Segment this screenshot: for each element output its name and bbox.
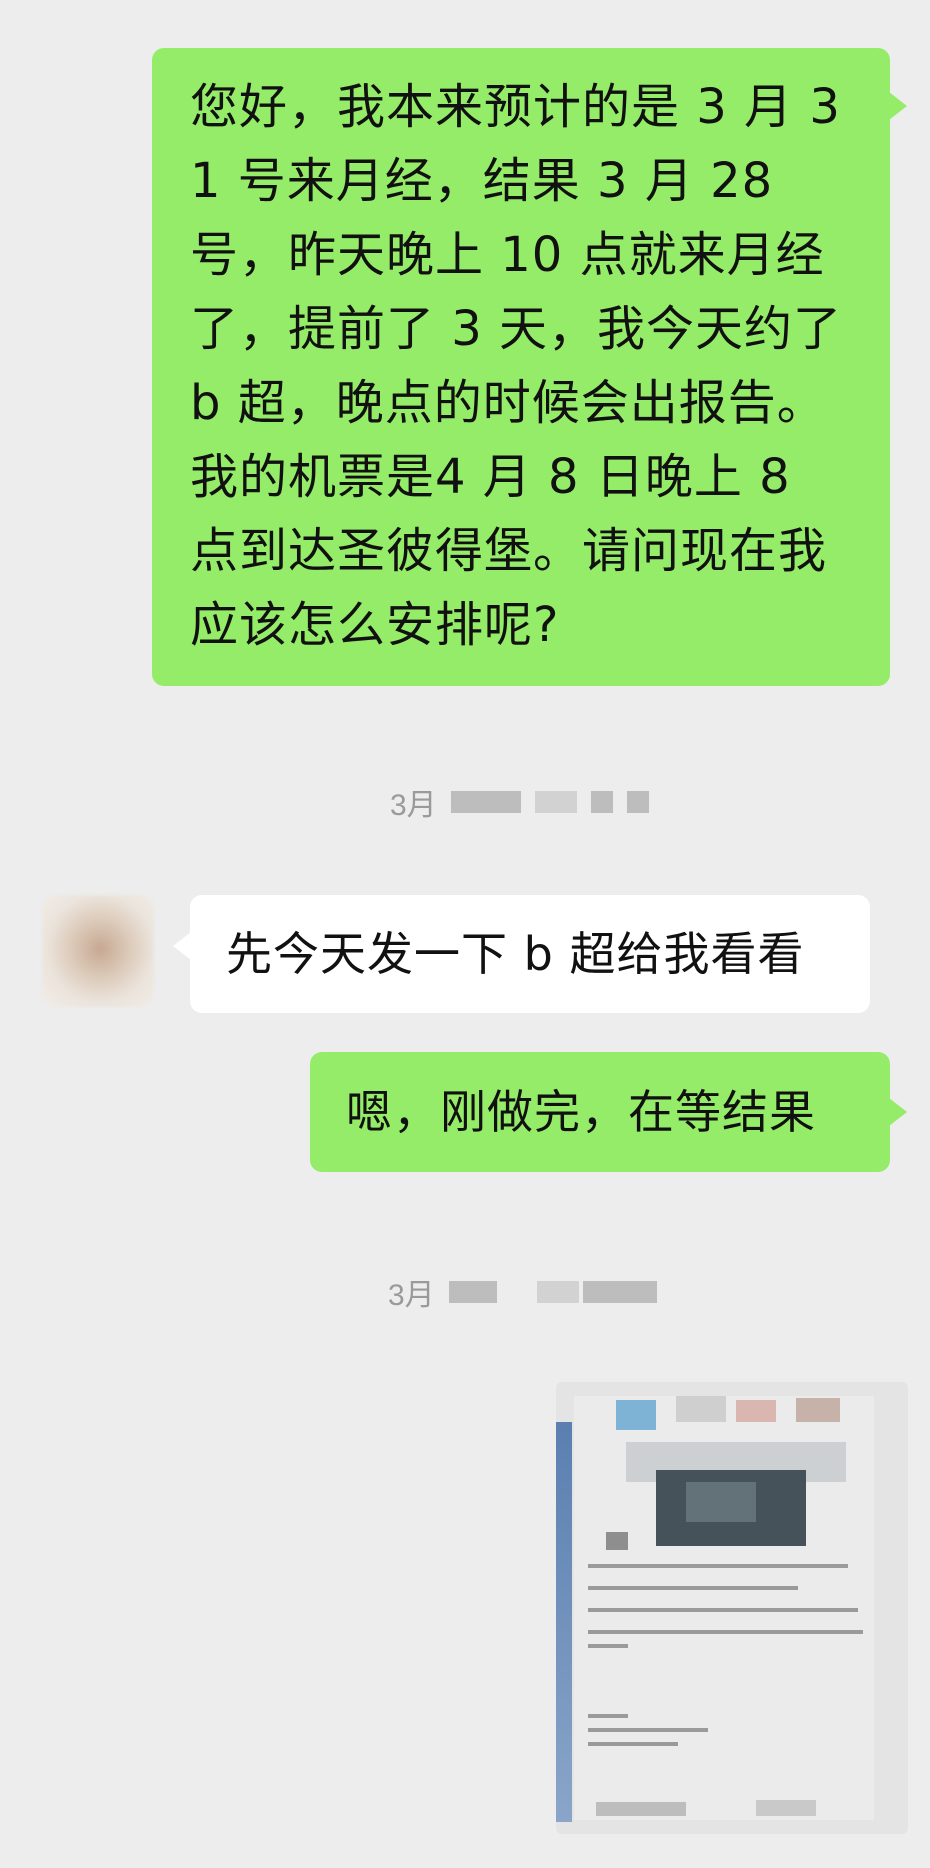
mosaic-block [686, 1482, 756, 1522]
mosaic-block [756, 1800, 816, 1816]
message-text: 您好，我本来预计的是 3 月 31 号来月经，结果 3 月 28 号，昨天晚上 … [190, 79, 843, 653]
redacted-time [448, 1281, 497, 1303]
sent-message-bubble[interactable]: 嗯，刚做完，在等结果 [310, 1052, 890, 1172]
redacted-time [534, 791, 577, 813]
report-text-line [588, 1564, 848, 1568]
report-text-line [588, 1714, 628, 1718]
report-text-line [588, 1644, 628, 1648]
timestamp-text: 3月 [390, 789, 437, 822]
mosaic-block [616, 1400, 656, 1430]
report-text-line [588, 1608, 858, 1612]
mosaic-block [596, 1802, 686, 1816]
redacted-time [626, 791, 649, 813]
report-text-line [588, 1586, 798, 1590]
timestamp-text: 3月 [388, 1279, 435, 1312]
report-text-line [588, 1742, 678, 1746]
mosaic-block [736, 1400, 776, 1422]
bubble-tail [889, 1098, 907, 1126]
report-text-line [588, 1630, 863, 1634]
report-text-line [588, 1728, 708, 1732]
photo-edge [556, 1422, 572, 1822]
received-message-bubble[interactable]: 先今天发一下 b 超给我看看 [190, 895, 870, 1013]
redacted-time [450, 791, 521, 813]
redacted-time [536, 1281, 579, 1303]
contact-avatar[interactable] [42, 895, 154, 1007]
mosaic-block [606, 1532, 628, 1550]
timestamp: 3月 [388, 1270, 657, 1314]
bubble-tail [889, 92, 907, 120]
sent-message-bubble[interactable]: 您好，我本来预计的是 3 月 31 号来月经，结果 3 月 28 号，昨天晚上 … [152, 48, 890, 686]
report-photo-message[interactable] [556, 1382, 908, 1834]
mosaic-block [676, 1396, 726, 1422]
redacted-time [590, 791, 613, 813]
bubble-tail [173, 932, 191, 960]
message-text: 嗯，刚做完，在等结果 [346, 1085, 816, 1139]
message-text: 先今天发一下 b 超给我看看 [226, 927, 805, 981]
redacted-time [582, 1281, 657, 1303]
timestamp: 3月 [390, 780, 649, 824]
mosaic-block [796, 1398, 840, 1422]
